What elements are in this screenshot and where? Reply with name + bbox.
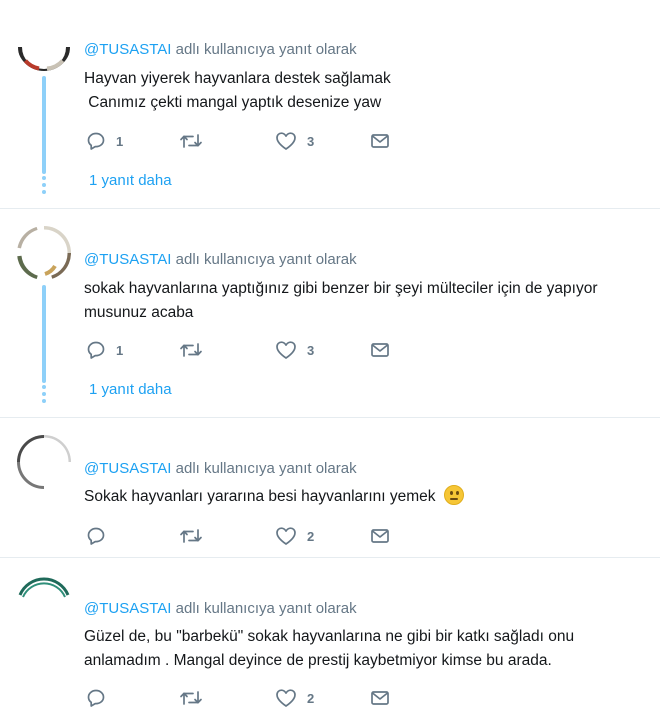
reply-icon bbox=[87, 527, 105, 545]
like-action[interactable]: 2 bbox=[275, 686, 314, 710]
reply-to-handle[interactable]: @TUSASTAI bbox=[84, 251, 171, 268]
reply-icon bbox=[87, 132, 105, 150]
reply-context-label: adlı kullanıcıya yanıt olarak bbox=[175, 251, 357, 268]
reply-tweet-2[interactable]: @TUSASTAI adlı kullanıcıya yanıt olarak … bbox=[0, 209, 660, 418]
envelope-icon bbox=[371, 343, 389, 357]
message-action[interactable] bbox=[370, 524, 390, 548]
avatar[interactable] bbox=[17, 575, 71, 629]
tweet-text-line: Canımız çekti mangal yaptık desenize yaw bbox=[84, 94, 382, 111]
reply-context: @TUSASTAI adlı kullanıcıya yanıt olarak bbox=[84, 460, 357, 477]
message-action[interactable] bbox=[370, 129, 390, 153]
avatar[interactable] bbox=[17, 226, 71, 280]
heart-icon bbox=[276, 527, 296, 545]
thread-more-dots bbox=[42, 385, 46, 406]
reply-tweet-1[interactable]: @TUSASTAI adlı kullanıcıya yanıt olarak … bbox=[0, 0, 660, 209]
message-action[interactable] bbox=[370, 338, 390, 362]
reply-count: 1 bbox=[116, 342, 124, 358]
reply-to-handle[interactable]: @TUSASTAI bbox=[84, 600, 171, 617]
like-action[interactable]: 2 bbox=[275, 524, 314, 548]
retweet-action[interactable] bbox=[179, 338, 203, 362]
show-more-replies-link[interactable]: 1 yanıt daha bbox=[89, 172, 172, 189]
envelope-icon bbox=[371, 529, 389, 543]
tweet-text: sokak hayvanlarına yaptığınız gibi benze… bbox=[84, 277, 644, 325]
like-count: 3 bbox=[307, 133, 315, 149]
reply-context: @TUSASTAI adlı kullanıcıya yanıt olarak bbox=[84, 600, 357, 617]
message-action[interactable] bbox=[370, 686, 390, 710]
tweet-text-line: anlamadım . Mangal deyince de prestij ka… bbox=[84, 652, 552, 669]
thread-line bbox=[42, 76, 46, 174]
tweet-text-line: musunuz acaba bbox=[84, 304, 194, 321]
reply-icon bbox=[87, 689, 105, 707]
like-count: 2 bbox=[307, 528, 315, 544]
reply-to-handle[interactable]: @TUSASTAI bbox=[84, 460, 171, 477]
tweet-text: Hayvan yiyerek hayvanlara destek sağlama… bbox=[84, 67, 644, 115]
tweet-text: Güzel de, bu "barbekü" sokak hayvanların… bbox=[84, 625, 644, 673]
heart-icon bbox=[276, 689, 296, 707]
tweet-text-line: Hayvan yiyerek hayvanlara destek sağlama… bbox=[84, 70, 391, 87]
reply-tweet-3[interactable]: @TUSASTAI adlı kullanıcıya yanıt olarak … bbox=[0, 418, 660, 558]
show-more-replies-link[interactable]: 1 yanıt daha bbox=[89, 381, 172, 398]
tweet-text-line: Sokak hayvanları yararına besi hayvanlar… bbox=[84, 488, 436, 505]
envelope-icon bbox=[371, 134, 389, 148]
retweet-icon bbox=[180, 343, 202, 357]
like-count: 3 bbox=[307, 342, 315, 358]
reply-tweet-4[interactable]: @TUSASTAI adlı kullanıcıya yanıt olarak … bbox=[0, 558, 660, 722]
reply-context-label: adlı kullanıcıya yanıt olarak bbox=[175, 460, 357, 477]
heart-icon bbox=[276, 132, 296, 150]
like-action[interactable]: 3 bbox=[275, 338, 314, 362]
heart-icon bbox=[276, 341, 296, 359]
reply-action[interactable]: 1 bbox=[86, 338, 123, 362]
reply-context: @TUSASTAI adlı kullanıcıya yanıt olarak bbox=[84, 41, 357, 58]
retweet-icon bbox=[180, 529, 202, 543]
reply-feed: @TUSASTAI adlı kullanıcıya yanıt olarak … bbox=[0, 0, 660, 722]
avatar[interactable] bbox=[17, 17, 71, 71]
retweet-action[interactable] bbox=[179, 686, 203, 710]
reply-icon bbox=[87, 341, 105, 359]
reply-context-label: adlı kullanıcıya yanıt olarak bbox=[175, 600, 357, 617]
envelope-icon bbox=[371, 691, 389, 705]
reply-count: 1 bbox=[116, 133, 124, 149]
neutral-face-emoji bbox=[443, 485, 464, 505]
retweet-icon bbox=[180, 691, 202, 705]
reply-context-label: adlı kullanıcıya yanıt olarak bbox=[175, 41, 357, 58]
reply-action[interactable]: 1 bbox=[86, 129, 123, 153]
thread-line bbox=[42, 285, 46, 383]
reply-to-handle[interactable]: @TUSASTAI bbox=[84, 41, 171, 58]
reply-action[interactable] bbox=[86, 686, 106, 710]
tweet-text-line: Güzel de, bu "barbekü" sokak hayvanların… bbox=[84, 628, 575, 645]
thread-more-dots bbox=[42, 176, 46, 197]
like-action[interactable]: 3 bbox=[275, 129, 314, 153]
retweet-icon bbox=[180, 134, 202, 148]
tweet-text: Sokak hayvanları yararına besi hayvanlar… bbox=[84, 485, 644, 509]
tweet-text-line: sokak hayvanlarına yaptığınız gibi benze… bbox=[84, 280, 598, 297]
reply-context: @TUSASTAI adlı kullanıcıya yanıt olarak bbox=[84, 251, 357, 268]
reply-action[interactable] bbox=[86, 524, 106, 548]
retweet-action[interactable] bbox=[179, 524, 203, 548]
like-count: 2 bbox=[307, 690, 315, 706]
avatar[interactable] bbox=[17, 435, 71, 489]
retweet-action[interactable] bbox=[179, 129, 203, 153]
